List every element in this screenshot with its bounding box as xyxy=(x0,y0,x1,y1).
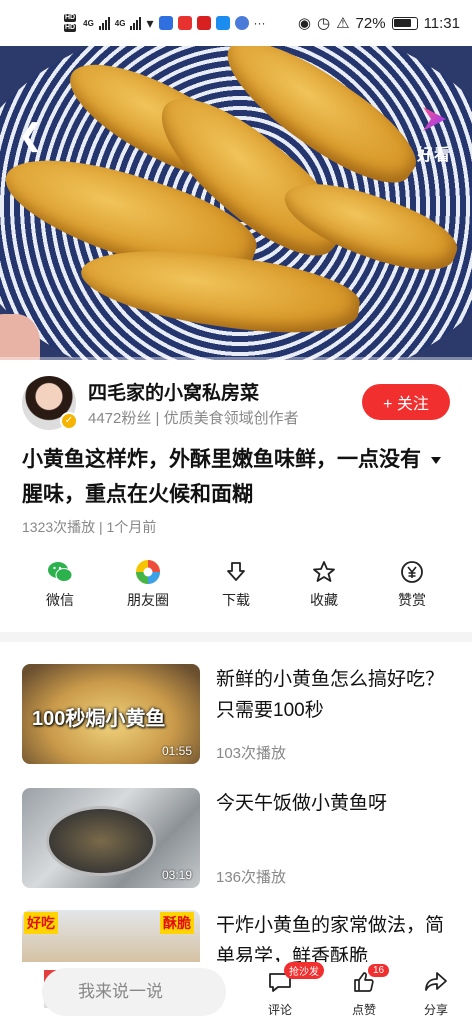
brand-logo: 好看 xyxy=(406,104,462,165)
list-item[interactable]: 100秒焗小黄鱼 01:55 新鲜的小黄鱼怎么搞好吃？只需要100秒 103次播… xyxy=(22,664,452,768)
recommendation-plays: 136次播放 xyxy=(216,869,287,886)
share-label: 分享 xyxy=(423,1003,448,1017)
video-progress[interactable] xyxy=(0,357,472,360)
app-icon-blue-h xyxy=(215,16,230,30)
action-label: 微信 xyxy=(46,592,74,608)
list-item[interactable]: 03:19 今天午饭做小黄鱼呀 136次播放 xyxy=(22,788,452,892)
more-icon: ··· xyxy=(253,16,266,30)
author-meta: 4472粉丝 | 优质美食领域创作者 xyxy=(88,410,299,427)
hd-top: HD xyxy=(64,14,77,22)
bottom-bar: 我来说一说 评论 抢沙发 点赞 16 分享 xyxy=(0,962,472,1024)
action-label: 收藏 xyxy=(310,592,338,608)
action-download[interactable]: 下载 xyxy=(201,558,271,618)
alarm-icon: ◷ xyxy=(316,15,331,32)
video-duration: 01:55 xyxy=(161,744,192,758)
app-icon-blue xyxy=(158,16,173,30)
app-icon-red xyxy=(177,16,192,30)
battery-icon xyxy=(391,16,418,30)
share-actions: 微信 朋友圈 下载 收藏 赞赏 xyxy=(0,558,472,618)
yen-icon xyxy=(401,561,423,583)
app-icon-music xyxy=(234,16,249,30)
author-name[interactable]: 四毛家的小窝私房菜 xyxy=(88,378,259,405)
video-thumbnail: 100秒焗小黄鱼 01:55 xyxy=(22,664,200,764)
video-duration: 03:19 xyxy=(161,868,192,882)
star-icon xyxy=(313,561,335,582)
app-icon-red-square xyxy=(196,16,211,30)
expand-title-icon[interactable] xyxy=(430,454,442,466)
thumbnail-tag-right: 酥脆 xyxy=(160,912,194,934)
comment-badge: 抢沙发 xyxy=(284,962,324,979)
action-moments[interactable]: 朋友圈 xyxy=(113,558,183,618)
action-label: 赞赏 xyxy=(398,592,426,608)
video-meta: 1323次播放 | 1个月前 xyxy=(22,519,157,535)
action-favorite[interactable]: 收藏 xyxy=(289,558,359,618)
signal-icon xyxy=(130,16,142,30)
author-row: ✓ 四毛家的小窝私房菜 4472粉丝 | 优质美食领域创作者 + 关注 xyxy=(22,374,452,434)
signal-icon xyxy=(98,16,110,30)
share-button[interactable]: 分享 xyxy=(414,970,458,1018)
status-bar: HD HD 4G 4G ▾ ··· ◉ ◷ ⚠ 72% 11:31 xyxy=(0,0,472,46)
video-title: 小黄鱼这样炸，外酥里嫩鱼味鲜，一点没有腥味，重点在火候和面糊 xyxy=(22,448,421,506)
comment-input[interactable]: 我来说一说 xyxy=(42,968,226,1016)
recommendation-title: 新鲜的小黄鱼怎么搞好吃？只需要100秒 xyxy=(216,669,445,721)
like-count-badge: 16 xyxy=(368,964,390,977)
thumbnail-tag-left: 好吃 xyxy=(24,912,58,934)
wechat-icon xyxy=(48,562,73,582)
download-icon xyxy=(227,562,245,581)
thumbnail-caption: 100秒焗小黄鱼 xyxy=(32,708,166,730)
follow-label: + 关注 xyxy=(383,396,429,413)
network-type-2: 4G xyxy=(114,18,126,28)
action-reward[interactable]: 赞赏 xyxy=(377,558,447,618)
recommendation-title: 干炸小黄鱼的家常做法，简单易学，鲜香酥脆 xyxy=(216,915,445,962)
moments-icon xyxy=(136,560,160,584)
video-thumbnail: 03:19 xyxy=(22,788,200,888)
section-divider xyxy=(0,632,472,642)
like-label: 点赞 xyxy=(351,1003,376,1017)
thumbnail-bowl xyxy=(46,806,156,876)
battery-percent: 72% xyxy=(355,14,386,32)
hd-indicator: HD HD xyxy=(64,13,77,33)
mute-icon: ⚠ xyxy=(336,15,350,32)
haokan-logo-icon xyxy=(423,107,446,131)
brand-label: 好看 xyxy=(416,147,451,164)
wifi-icon: ▾ xyxy=(146,14,154,31)
clock: 11:31 xyxy=(423,14,460,32)
verified-icon: ✓ xyxy=(60,412,78,430)
action-label: 朋友圈 xyxy=(127,592,169,608)
like-button[interactable]: 点赞 16 xyxy=(342,964,390,1018)
action-wechat[interactable]: 微信 xyxy=(25,558,95,618)
video-player[interactable]: ❮ 好看 xyxy=(0,46,472,360)
follow-button[interactable]: + 关注 xyxy=(362,384,450,420)
share-icon xyxy=(425,972,447,991)
eye-icon: ◉ xyxy=(297,15,311,32)
recommendation-plays: 103次播放 xyxy=(216,745,287,762)
comment-button[interactable]: 评论 抢沙发 xyxy=(258,962,324,1018)
recommendation-title: 今天午饭做小黄鱼呀 xyxy=(216,793,388,814)
hd-bottom: HD xyxy=(64,24,77,32)
action-label: 下载 xyxy=(222,592,250,608)
comment-label: 评论 xyxy=(267,1003,292,1017)
video-thumbnail: 好吃 酥脆 xyxy=(22,910,200,962)
back-button[interactable]: ❮ xyxy=(18,121,43,151)
list-item[interactable]: 好吃 酥脆 干炸小黄鱼的家常做法，简单易学，鲜香酥脆 xyxy=(22,910,452,962)
network-type-1: 4G xyxy=(83,18,94,28)
